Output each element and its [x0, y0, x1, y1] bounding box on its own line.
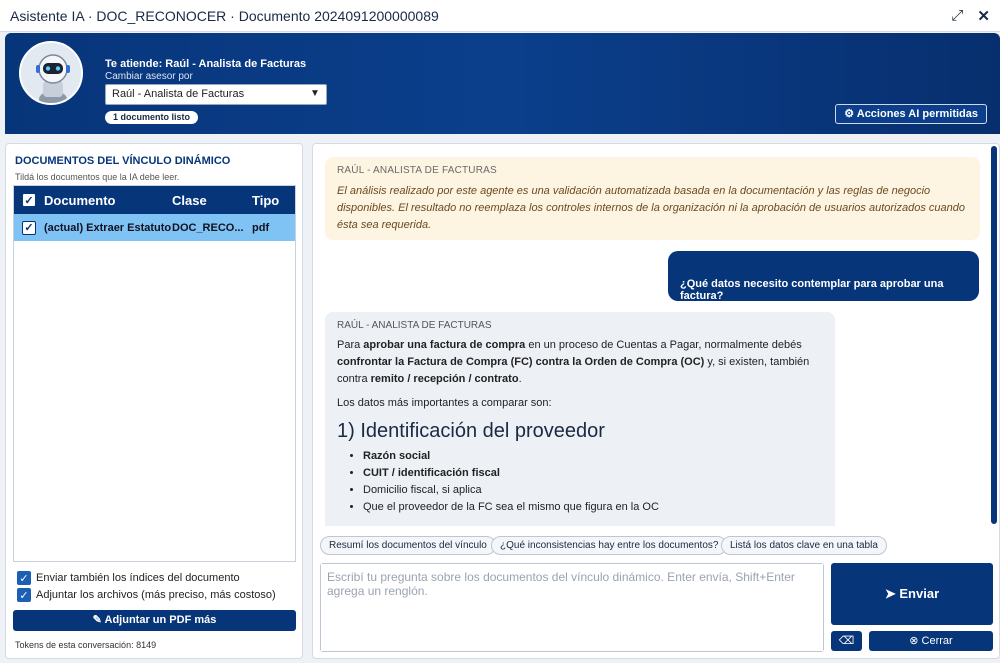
ai-actions-label: Acciones AI permitidas	[856, 108, 978, 120]
list-item: Razón social	[363, 448, 823, 465]
list-item: CUIT / identificación fiscal	[363, 465, 823, 482]
change-advisor-label: Cambiar asesor por	[105, 71, 193, 82]
attach-pdf-label: Adjuntar un PDF más	[104, 614, 217, 626]
suggestion-chip-key-data-table[interactable]: Listá los datos clave en una tabla	[721, 536, 887, 555]
disclaimer-author: RAÚL - ANALISTA DE FACTURAS	[337, 165, 497, 176]
chat-scrollbar[interactable]	[991, 146, 997, 524]
table-row[interactable]: ✓ (actual) Extraer Estatuto DOC_RECO... …	[14, 214, 295, 241]
docs-ready-badge: 1 documento listo	[105, 111, 199, 124]
close-circle-icon: ⊗	[909, 635, 919, 647]
row-document-type: pdf	[252, 221, 270, 234]
list-item: Que el proveedor de la FC sea el mismo q…	[363, 499, 823, 516]
documents-grid: ✓ Documento Clase Tipo ✓ (actual) Extrae…	[13, 185, 296, 562]
chat-scrollbar-thumb[interactable]	[991, 146, 997, 524]
row-checkbox[interactable]: ✓	[22, 220, 36, 235]
option-send-indexes[interactable]: ✓ Enviar también los índices del documen…	[17, 571, 240, 585]
attending-advisor-label: Te atiende: Raúl - Analista de Facturas	[105, 58, 307, 70]
assistant-author: RAÚL - ANALISTA DE FACTURAS	[337, 320, 492, 331]
user-message: ¿Qué datos necesito contemplar para apro…	[668, 251, 979, 302]
row-document-name: (actual) Extraer Estatuto	[44, 221, 172, 234]
documents-panel-title: DOCUMENTOS DEL VÍNCULO DINÁMICO	[15, 155, 231, 167]
window-title: Asistente IA · DOC_RECONOCER · Documento…	[10, 7, 439, 24]
question-input[interactable]	[320, 563, 824, 652]
disclaimer-message: RAÚL - ANALISTA DE FACTURAS El análisis …	[325, 157, 980, 240]
close-icon[interactable]: ✕	[977, 7, 990, 25]
eraser-icon: ⌫	[838, 635, 855, 647]
advisor-header: Te atiende: Raúl - Analista de Facturas …	[5, 33, 1000, 134]
send-indexes-label: Enviar también los índices del documento	[36, 572, 240, 584]
chat-panel: RAÚL - ANALISTA DE FACTURAS El análisis …	[312, 143, 1000, 659]
suggestion-chip-summary[interactable]: Resumí los documentos del vínculo	[320, 536, 496, 555]
close-label: Cerrar	[921, 635, 953, 647]
attach-pdf-button[interactable]: ✎ Adjuntar un PDF más	[13, 610, 296, 631]
assistant-list: Razón social CUIT / identificación fisca…	[337, 448, 823, 516]
attach-files-label: Adjuntar los archivos (más preciso, más …	[36, 589, 276, 601]
attach-files-checkbox[interactable]: ✓	[17, 588, 31, 602]
documents-grid-header: ✓ Documento Clase Tipo	[14, 186, 295, 214]
paperclip-icon: ✎	[92, 614, 102, 626]
send-label: Enviar	[899, 586, 940, 601]
clear-button[interactable]: ⌫	[831, 631, 862, 651]
expand-icon[interactable]: ⤢	[951, 7, 963, 24]
list-item: Domicilio fiscal, si aplica	[363, 482, 823, 499]
column-header-document[interactable]: Documento	[44, 193, 172, 208]
close-button[interactable]: ⊗ Cerrar	[869, 631, 993, 651]
tokens-counter: Tokens de esta conversación: 8149	[15, 640, 157, 650]
assistant-paragraph-1: Para aprobar una factura de compra en un…	[337, 339, 810, 385]
disclaimer-text: El análisis realizado por este agente es…	[337, 185, 965, 231]
paper-plane-icon: ➤	[884, 586, 896, 601]
send-indexes-checkbox[interactable]: ✓	[17, 571, 31, 585]
assistant-paragraph-2: Los datos más importantes a comparar son…	[337, 397, 552, 409]
send-button[interactable]: ➤ Enviar	[831, 563, 993, 625]
question-textarea[interactable]	[321, 564, 823, 651]
advisor-select[interactable]: Raúl - Analista de Facturas ▼	[105, 84, 327, 105]
assistant-message: RAÚL - ANALISTA DE FACTURAS Para aprobar…	[325, 312, 835, 526]
option-attach-files[interactable]: ✓ Adjuntar los archivos (más preciso, má…	[17, 588, 276, 602]
column-header-class[interactable]: Clase	[172, 193, 252, 208]
ai-actions-button[interactable]: ⚙ Acciones AI permitidas	[835, 104, 987, 124]
documents-panel: DOCUMENTOS DEL VÍNCULO DINÁMICO Tildá lo…	[5, 143, 303, 659]
documents-panel-subtitle: Tildá los documentos que la IA debe leer…	[15, 172, 180, 182]
caret-down-icon: ▼	[310, 88, 320, 99]
row-document-class: DOC_RECO...	[172, 221, 244, 234]
advisor-select-value: Raúl - Analista de Facturas	[112, 88, 245, 100]
assistant-heading: 1) Identificación del proveedor	[337, 420, 605, 442]
window-titlebar: Asistente IA · DOC_RECONOCER · Documento…	[0, 0, 1000, 32]
select-all-checkbox[interactable]: ✓	[22, 193, 36, 207]
gears-icon: ⚙	[844, 108, 855, 120]
column-header-type[interactable]: Tipo	[252, 193, 292, 208]
robot-avatar	[19, 41, 83, 105]
suggestion-chip-inconsistencies[interactable]: ¿Qué inconsistencias hay entre los docum…	[491, 536, 728, 555]
chat-history[interactable]: RAÚL - ANALISTA DE FACTURAS El análisis …	[313, 144, 993, 526]
